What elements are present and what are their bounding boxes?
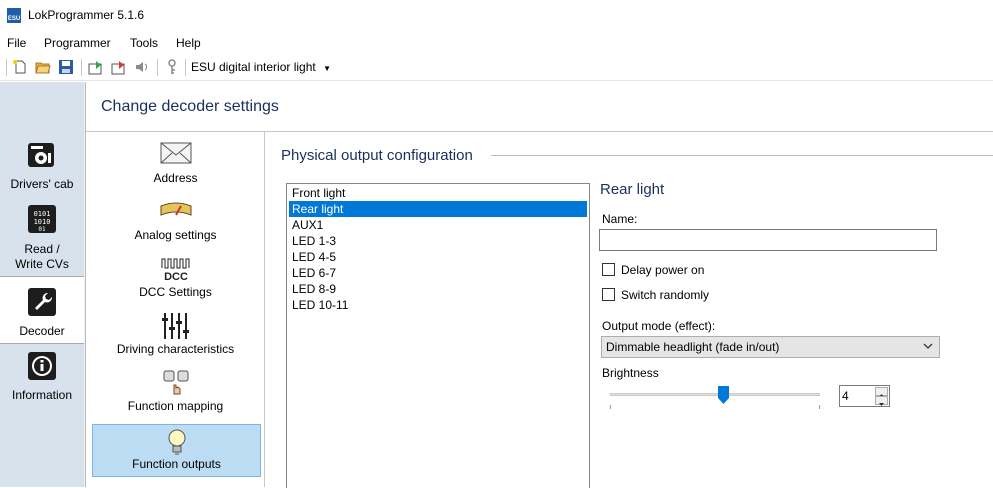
drivers-cab-icon xyxy=(28,143,54,167)
write-decoder-icon[interactable] xyxy=(111,59,127,75)
read-decoder-icon[interactable] xyxy=(88,59,104,75)
title-bar: ESU LokProgrammer 5.1.6 xyxy=(0,0,993,31)
wrench-icon xyxy=(28,288,56,316)
settings-label-address: Address xyxy=(153,171,198,185)
open-folder-icon[interactable] xyxy=(35,59,51,75)
nav-item-decoder[interactable]: Decoder xyxy=(0,276,84,344)
list-item[interactable]: Front light xyxy=(289,185,587,201)
key-icon[interactable] xyxy=(164,59,180,75)
read-write-cvs-icon: 0101 1010 01 xyxy=(28,205,56,233)
section-title: Physical output configuration xyxy=(281,147,473,164)
nav-label-decoder: Decoder xyxy=(19,324,65,338)
svg-text:01: 01 xyxy=(38,226,46,233)
toolbar xyxy=(0,54,993,81)
chevron-down-icon: ▼ xyxy=(323,64,331,73)
dcc-icon: DCC xyxy=(161,258,189,282)
switch-randomly-label: Switch randomly xyxy=(621,288,710,302)
name-label: Name: xyxy=(602,212,638,226)
slider-tick xyxy=(610,405,611,409)
device-dropdown-label: ESU digital interior light xyxy=(191,60,316,74)
nav-label-drivers-cab: Drivers' cab xyxy=(10,177,74,191)
settings-item-analog[interactable]: Analog settings xyxy=(92,202,259,250)
switch-randomly-checkbox[interactable] xyxy=(602,288,615,301)
svg-text:DCC: DCC xyxy=(164,271,188,282)
settings-label-driving: Driving characteristics xyxy=(116,342,235,356)
brightness-value: 4 xyxy=(842,389,849,403)
nav-item-information[interactable]: Information xyxy=(0,351,84,407)
settings-label-function-outputs: Function outputs xyxy=(132,457,221,471)
esu-app-icon: ESU xyxy=(7,8,21,23)
lightbulb-icon xyxy=(168,429,185,455)
brightness-spinbox[interactable]: 4 xyxy=(839,385,890,407)
nav-label-read-write: Read / Write CVs xyxy=(15,242,69,271)
window-title: LokProgrammer 5.1.6 xyxy=(28,8,145,22)
brightness-label: Brightness xyxy=(602,366,659,380)
detail-title: Rear light xyxy=(600,181,665,198)
settings-item-driving[interactable]: Driving characteristics xyxy=(92,312,259,360)
list-item[interactable]: LED 6-7 xyxy=(289,265,587,281)
nav-item-drivers-cab[interactable]: Drivers' cab xyxy=(0,140,84,196)
output-mode-select[interactable]: Dimmable headlight (fade in/out) xyxy=(601,336,940,358)
section-divider xyxy=(491,155,993,156)
settings-item-address[interactable]: Address xyxy=(92,142,259,194)
name-input[interactable] xyxy=(599,229,937,251)
brightness-slider-track[interactable] xyxy=(610,393,820,396)
svg-text:0101: 0101 xyxy=(34,210,51,218)
device-dropdown[interactable]: ESU digital interior light ▼ xyxy=(191,57,331,77)
play-sound-icon[interactable] xyxy=(134,59,150,75)
delay-power-on-checkbox[interactable] xyxy=(602,263,615,276)
delay-power-on-label: Delay power on xyxy=(621,263,705,277)
menu-programmer[interactable]: Programmer xyxy=(44,36,111,50)
settings-category-list: Address Analog settings DCC DCC Settings… xyxy=(86,132,265,487)
svg-text:1010: 1010 xyxy=(34,218,51,226)
envelope-icon xyxy=(160,142,191,164)
list-item[interactable]: LED 8-9 xyxy=(289,281,587,297)
settings-label-analog: Analog settings xyxy=(134,228,217,242)
app-icon-text: ESU xyxy=(7,16,21,22)
output-mode-value: Dimmable headlight (fade in/out) xyxy=(606,340,780,354)
menu-tools[interactable]: Tools xyxy=(130,36,158,50)
list-item[interactable]: LED 1-3 xyxy=(289,233,587,249)
output-list[interactable]: Front light Rear light AUX1 LED 1-3 LED … xyxy=(286,183,590,488)
nav-item-read-write[interactable]: 0101 1010 01 Read / Write CVs xyxy=(0,204,84,276)
brightness-slider-thumb[interactable] xyxy=(718,386,730,404)
page-title: Change decoder settings xyxy=(101,98,279,115)
sliders-icon xyxy=(161,313,189,339)
menu-file[interactable]: File xyxy=(7,36,26,50)
menu-help[interactable]: Help xyxy=(176,36,201,50)
save-icon[interactable] xyxy=(58,59,74,75)
function-mapping-icon xyxy=(163,370,188,395)
analog-meter-icon xyxy=(160,202,191,216)
settings-item-function-mapping[interactable]: Function mapping xyxy=(92,369,259,417)
list-item[interactable]: LED 4-5 xyxy=(289,249,587,265)
settings-label-function-mapping: Function mapping xyxy=(127,399,224,413)
settings-item-dcc[interactable]: DCC DCC Settings xyxy=(92,256,259,304)
spin-up-button[interactable] xyxy=(875,387,888,397)
nav-label-information: Information xyxy=(11,388,73,402)
settings-item-function-outputs[interactable]: Function outputs xyxy=(92,424,261,477)
new-file-icon[interactable] xyxy=(12,59,28,75)
settings-label-dcc: DCC Settings xyxy=(139,285,212,299)
list-item[interactable]: Rear light xyxy=(289,201,587,217)
spin-down-button[interactable] xyxy=(875,396,888,406)
chevron-down-icon xyxy=(923,343,933,349)
menu-bar: File Programmer Tools Help xyxy=(0,32,993,54)
output-mode-label: Output mode (effect): xyxy=(602,319,716,333)
info-icon xyxy=(28,352,56,380)
list-item[interactable]: AUX1 xyxy=(289,217,587,233)
list-item[interactable]: LED 10-11 xyxy=(289,297,587,313)
slider-tick xyxy=(819,405,820,409)
chevron-down-icon xyxy=(879,403,884,406)
